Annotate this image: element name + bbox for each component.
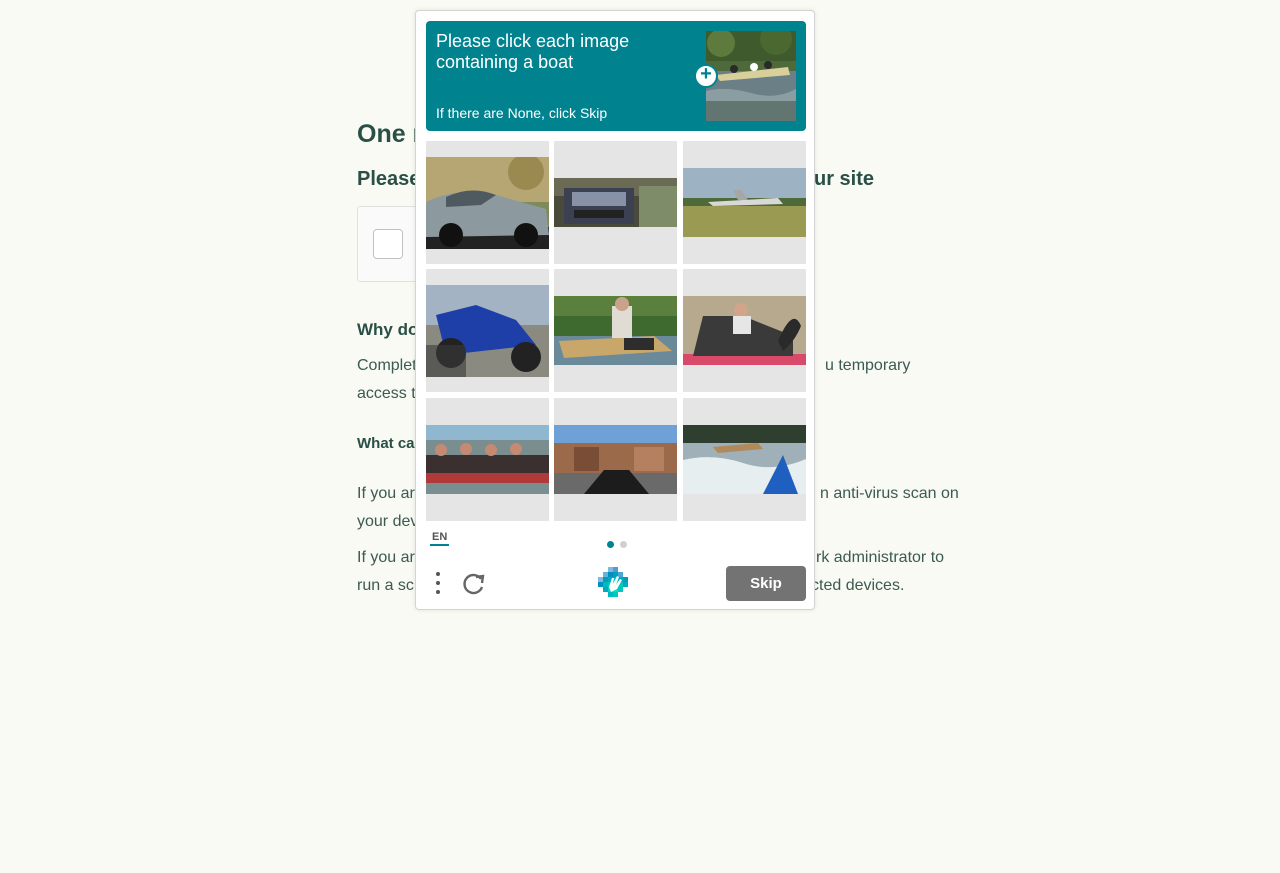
tile-car[interactable] (426, 141, 549, 264)
image-grid (426, 141, 806, 521)
tile-rowing-crew[interactable] (426, 398, 549, 521)
prompt-subtitle: If there are None, click Skip (436, 105, 608, 121)
tile-street-motorbike[interactable] (554, 398, 677, 521)
section-what-title: What ca (357, 435, 415, 452)
menu-dots-icon[interactable] (430, 571, 446, 597)
example-image[interactable] (706, 31, 796, 121)
tile-boat-driver[interactable] (554, 269, 677, 392)
challenge-prompt: Please click each image containing a boa… (426, 21, 806, 131)
hcaptcha-logo-icon (598, 567, 632, 601)
subheading-right: ur site (814, 168, 875, 190)
zoom-in-icon[interactable]: + (694, 64, 718, 88)
captcha-checkbox[interactable] (373, 229, 403, 259)
refresh-icon[interactable] (460, 571, 486, 597)
prompt-title: Please click each image containing a boa… (436, 31, 630, 72)
section-why-title: Why do (357, 320, 419, 339)
page-dot-1[interactable] (607, 541, 614, 548)
tile-motorcycle[interactable] (426, 269, 549, 392)
page-dot-2[interactable] (620, 541, 627, 548)
tile-vehicle-front[interactable] (554, 141, 677, 264)
tile-swan-boat[interactable] (683, 269, 806, 392)
skip-button[interactable]: Skip (726, 566, 806, 601)
captcha-challenge-dialog: Please click each image containing a boa… (415, 10, 815, 610)
language-selector[interactable]: EN (430, 531, 450, 546)
tile-airplane[interactable] (683, 141, 806, 264)
tile-kayak-rapids[interactable] (683, 398, 806, 521)
subheading-left: Please (357, 168, 421, 190)
